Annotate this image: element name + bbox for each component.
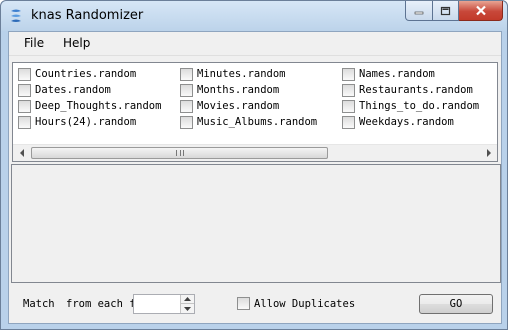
file-checkbox[interactable] [180, 67, 193, 81]
spinner-down-button[interactable] [181, 304, 194, 313]
scroll-right-button[interactable] [480, 145, 497, 161]
file-checkbox[interactable] [18, 67, 31, 81]
match-label: Match [23, 298, 55, 310]
spinner-up-button[interactable] [181, 295, 194, 304]
chevron-down-icon [184, 306, 191, 311]
file-label: Deep_Thoughts.random [35, 100, 162, 112]
file-item-restaurants[interactable]: Restaurants.random [342, 83, 473, 97]
grip-icon [175, 150, 184, 156]
app-window: knas Randomizer File Help Countries.rand… [0, 0, 508, 330]
scrollbar-thumb[interactable] [31, 147, 328, 159]
file-label: Dates.random [35, 84, 111, 96]
close-icon [475, 5, 486, 16]
file-item-music-albums[interactable]: Music_Albums.random [180, 115, 317, 129]
allow-duplicates-toggle[interactable]: Allow Duplicates [237, 297, 355, 310]
file-item-months[interactable]: Months.random [180, 83, 279, 97]
file-label: Movies.random [197, 100, 280, 112]
file-label: Restaurants.random [359, 84, 473, 96]
file-item-things-to-do[interactable]: Things_to_do.random [342, 99, 479, 113]
title-bar[interactable]: knas Randomizer [1, 1, 507, 31]
file-item-names[interactable]: Names.random [342, 67, 435, 81]
file-label: Hours(24).random [35, 116, 137, 128]
file-label: Months.random [197, 84, 280, 96]
horizontal-scrollbar[interactable] [13, 144, 497, 161]
window-title: knas Randomizer [31, 8, 144, 23]
file-checkbox[interactable] [180, 83, 193, 97]
file-item-movies[interactable]: Movies.random [180, 99, 279, 113]
match-count-spinner[interactable] [133, 294, 195, 314]
menu-help[interactable]: Help [63, 36, 90, 50]
allow-duplicates-label: Allow Duplicates [254, 297, 356, 310]
file-label: Minutes.random [197, 68, 286, 80]
file-checkbox[interactable] [18, 83, 31, 97]
allow-duplicates-checkbox[interactable] [237, 297, 250, 310]
menu-file[interactable]: File [24, 36, 44, 50]
minimize-button[interactable] [405, 1, 433, 21]
maximize-icon [440, 6, 451, 15]
file-checkbox[interactable] [342, 115, 355, 129]
chevron-up-icon [184, 297, 191, 301]
go-button[interactable]: GO [419, 294, 493, 314]
file-item-countries[interactable]: Countries.random [18, 67, 136, 81]
file-item-deep-thoughts[interactable]: Deep_Thoughts.random [18, 99, 161, 113]
file-item-minutes[interactable]: Minutes.random [180, 67, 286, 81]
file-checkbox[interactable] [18, 99, 31, 113]
file-label: Weekdays.random [359, 116, 454, 128]
app-logo-icon [11, 9, 21, 22]
output-panel [11, 164, 501, 283]
file-checkbox[interactable] [342, 67, 355, 81]
spinner-buttons [180, 295, 194, 313]
file-checkbox[interactable] [180, 115, 193, 129]
menu-bar: File Help [9, 32, 501, 56]
window-controls [405, 1, 503, 21]
client-area: File Help Countries.random Dates.random … [8, 31, 502, 324]
file-item-dates[interactable]: Dates.random [18, 83, 111, 97]
scroll-left-icon [19, 149, 24, 157]
file-item-weekdays[interactable]: Weekdays.random [342, 115, 454, 129]
file-checkbox[interactable] [180, 99, 193, 113]
close-button[interactable] [459, 1, 503, 21]
file-label: Things_to_do.random [359, 100, 480, 112]
file-item-hours[interactable]: Hours(24).random [18, 115, 136, 129]
scroll-right-icon [486, 149, 491, 157]
maximize-button[interactable] [433, 1, 459, 21]
scroll-left-button[interactable] [13, 145, 30, 161]
file-checkbox[interactable] [18, 115, 31, 129]
file-label: Names.random [359, 68, 435, 80]
file-label: Countries.random [35, 68, 137, 80]
file-checkbox[interactable] [342, 99, 355, 113]
minimize-icon [414, 11, 424, 14]
file-list: Countries.random Dates.random Deep_Thoug… [12, 62, 498, 162]
file-label: Music_Albums.random [197, 116, 318, 128]
file-checkbox[interactable] [342, 83, 355, 97]
